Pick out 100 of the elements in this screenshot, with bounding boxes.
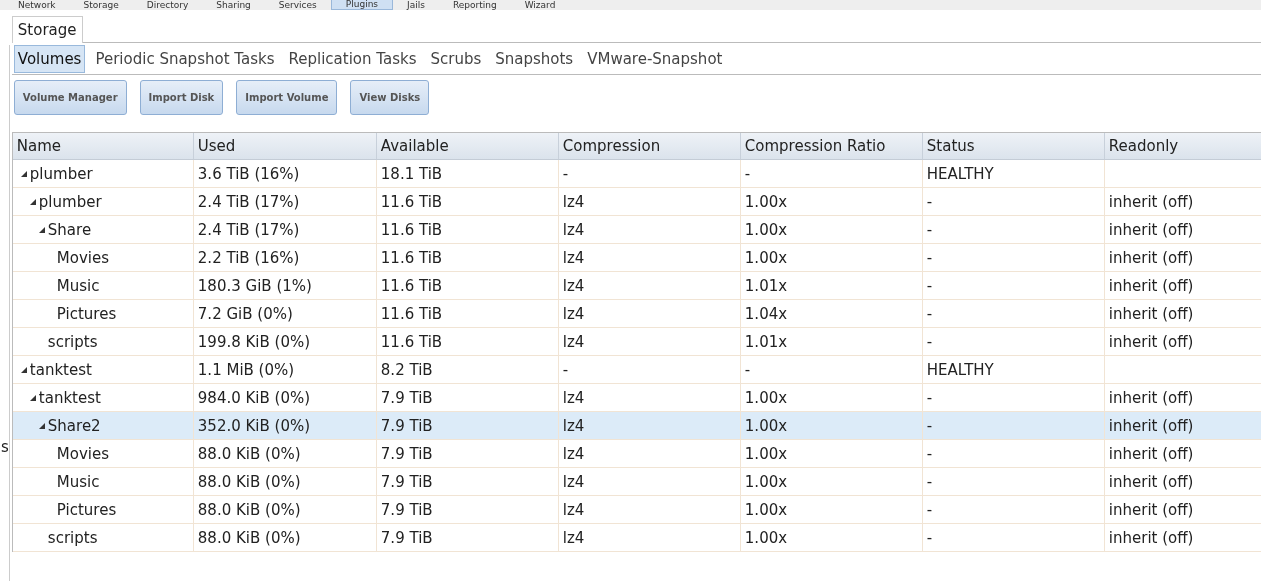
table-cell: 11.6 TiB <box>380 276 443 295</box>
table-cell: 8.2 TiB <box>380 360 433 379</box>
table-cell: 88.0 KiB (0%) <box>197 528 301 547</box>
subtab[interactable]: Snapshots <box>491 45 578 73</box>
table-cell: 88.0 KiB (0%) <box>197 472 301 491</box>
table-row[interactable]: tanktest 1.1 MiB (0%) 8.2 TiB - - HEALTHY <box>12 356 1261 384</box>
subtab[interactable]: Periodic Snapshot Tasks <box>91 45 279 73</box>
subtab[interactable]: Scrubs <box>426 45 486 73</box>
table-row[interactable]: Share2 352.0 KiB (0%) 7.9 TiB lz4 1.00x - inherit (off) <box>12 412 1261 440</box>
table-row[interactable]: plumber 3.6 TiB (16%) 18.1 TiB - - HEALTHY <box>12 160 1261 188</box>
table-cell: - <box>926 444 933 463</box>
subtab[interactable]: Replication Tasks <box>284 45 421 73</box>
dataset-name: Share <box>47 220 92 239</box>
table-cell: 88.0 KiB (0%) <box>197 444 301 463</box>
table-row[interactable]: Music 180.3 GiB (1%) 11.6 TiB lz4 1.01x - inherit (off) <box>12 272 1261 300</box>
collapse-triangle-icon[interactable] <box>29 198 36 205</box>
toolbar-button[interactable]: View Disks <box>350 80 430 115</box>
table-cell: 11.6 TiB <box>380 304 443 323</box>
column-header[interactable]: Status <box>922 133 1105 159</box>
dataset-name: scripts <box>47 528 98 547</box>
table-cell: inherit (off) <box>1108 500 1194 519</box>
collapse-triangle-icon[interactable] <box>20 170 27 177</box>
table-cell: lz4 <box>562 304 585 323</box>
column-header[interactable]: Used <box>193 133 377 159</box>
table-cell: 1.01x <box>744 332 788 351</box>
table-row[interactable]: Pictures 88.0 KiB (0%) 7.9 TiB lz4 1.00x - inherit (off) <box>12 496 1261 524</box>
column-header[interactable]: Name <box>12 133 194 159</box>
table-cell: lz4 <box>562 500 585 519</box>
subtab[interactable]: Volumes <box>13 45 86 73</box>
table-cell: 7.9 TiB <box>380 388 433 407</box>
table-row[interactable]: Pictures 7.2 GiB (0%) 11.6 TiB lz4 1.04x - inherit (off) <box>12 300 1261 328</box>
table-cell: 1.00x <box>744 220 788 239</box>
table-cell: 2.4 TiB (17%) <box>197 220 300 239</box>
dataset-name: tanktest <box>29 360 92 379</box>
table-cell: inherit (off) <box>1108 472 1194 491</box>
table-cell: lz4 <box>562 220 585 239</box>
toolbar-button[interactable]: Import Volume <box>236 80 338 115</box>
nav-tab[interactable]: Directory <box>132 0 203 10</box>
table-cell: HEALTHY <box>926 360 994 379</box>
table-cell: 7.9 TiB <box>380 500 433 519</box>
table-row[interactable]: plumber 2.4 TiB (17%) 11.6 TiB lz4 1.00x - inherit (off) <box>12 188 1261 216</box>
subtab[interactable]: VMware-Snapshot <box>583 45 727 73</box>
table-cell: 199.8 KiB (0%) <box>197 332 311 351</box>
collapse-triangle-icon[interactable] <box>20 366 27 373</box>
table-cell: inherit (off) <box>1108 332 1194 351</box>
table-cell: 1.00x <box>744 248 788 267</box>
collapse-triangle-icon[interactable] <box>38 226 45 233</box>
nav-tab[interactable]: Plugins <box>330 0 394 10</box>
table-cell: lz4 <box>562 248 585 267</box>
toolbar-button[interactable]: Import Disk <box>139 80 224 115</box>
table-cell: inherit (off) <box>1108 444 1194 463</box>
dataset-name: Music <box>56 276 100 295</box>
table-cell: 1.00x <box>744 472 788 491</box>
dataset-name: plumber <box>38 192 102 211</box>
table-row[interactable]: Movies 88.0 KiB (0%) 7.9 TiB lz4 1.00x - inherit (off) <box>12 440 1261 468</box>
collapse-triangle-icon[interactable] <box>38 422 45 429</box>
table-cell: 88.0 KiB (0%) <box>197 500 301 519</box>
table-row[interactable]: scripts 88.0 KiB (0%) 7.9 TiB lz4 1.00x - inherit (off) <box>12 524 1261 552</box>
table-cell: inherit (off) <box>1108 248 1194 267</box>
column-header[interactable]: Compression Ratio <box>740 133 923 159</box>
column-header[interactable]: Compression <box>558 133 741 159</box>
nav-tab[interactable]: Storage <box>69 0 133 10</box>
table-cell: lz4 <box>562 276 585 295</box>
nav-tab[interactable]: Reporting <box>438 0 511 10</box>
nav-tab[interactable]: Jails <box>393 0 439 10</box>
table-cell: 11.6 TiB <box>380 332 443 351</box>
table-cell: inherit (off) <box>1108 276 1194 295</box>
column-header[interactable]: Readonly <box>1104 133 1261 159</box>
dataset-name: Movies <box>56 248 110 267</box>
table-cell: 18.1 TiB <box>380 164 443 183</box>
column-header[interactable]: Available <box>376 133 559 159</box>
table-cell: 180.3 GiB (1%) <box>197 276 312 295</box>
table-cell: lz4 <box>562 332 585 351</box>
nav-tab[interactable]: Network <box>4 0 70 10</box>
dataset-name: Pictures <box>56 304 117 323</box>
dataset-name: tanktest <box>38 388 101 407</box>
table-cell: 1.01x <box>744 276 788 295</box>
dataset-name: Music <box>56 472 100 491</box>
toolbar-button[interactable]: Volume Manager <box>13 80 127 115</box>
table-cell: 984.0 KiB (0%) <box>197 388 311 407</box>
table-row[interactable]: Music 88.0 KiB (0%) 7.9 TiB lz4 1.00x - inherit (off) <box>12 468 1261 496</box>
table-row[interactable]: scripts 199.8 KiB (0%) 11.6 TiB lz4 1.01x - inherit (off) <box>12 328 1261 356</box>
collapse-triangle-icon[interactable] <box>29 394 36 401</box>
storage-tab[interactable]: Storage <box>11 16 83 43</box>
nav-tab[interactable]: Services <box>264 0 331 10</box>
table-cell: 352.0 KiB (0%) <box>197 416 311 435</box>
table-cell: 7.9 TiB <box>380 444 433 463</box>
table-cell: lz4 <box>562 472 585 491</box>
table-cell: 11.6 TiB <box>380 248 443 267</box>
table-cell: - <box>926 332 933 351</box>
table-cell: HEALTHY <box>926 164 994 183</box>
table-cell: 1.00x <box>744 416 788 435</box>
nav-tab[interactable]: Wizard <box>510 0 570 10</box>
table-row[interactable]: Movies 2.2 TiB (16%) 11.6 TiB lz4 1.00x - inherit (off) <box>12 244 1261 272</box>
table-cell: lz4 <box>562 416 585 435</box>
dataset-name: scripts <box>47 332 98 351</box>
nav-tab[interactable]: Sharing <box>202 0 265 10</box>
table-cell: lz4 <box>562 192 585 211</box>
table-cell: - <box>562 164 569 183</box>
table-row[interactable]: Share 2.4 TiB (17%) 11.6 TiB lz4 1.00x - inherit (off) <box>12 216 1261 244</box>
